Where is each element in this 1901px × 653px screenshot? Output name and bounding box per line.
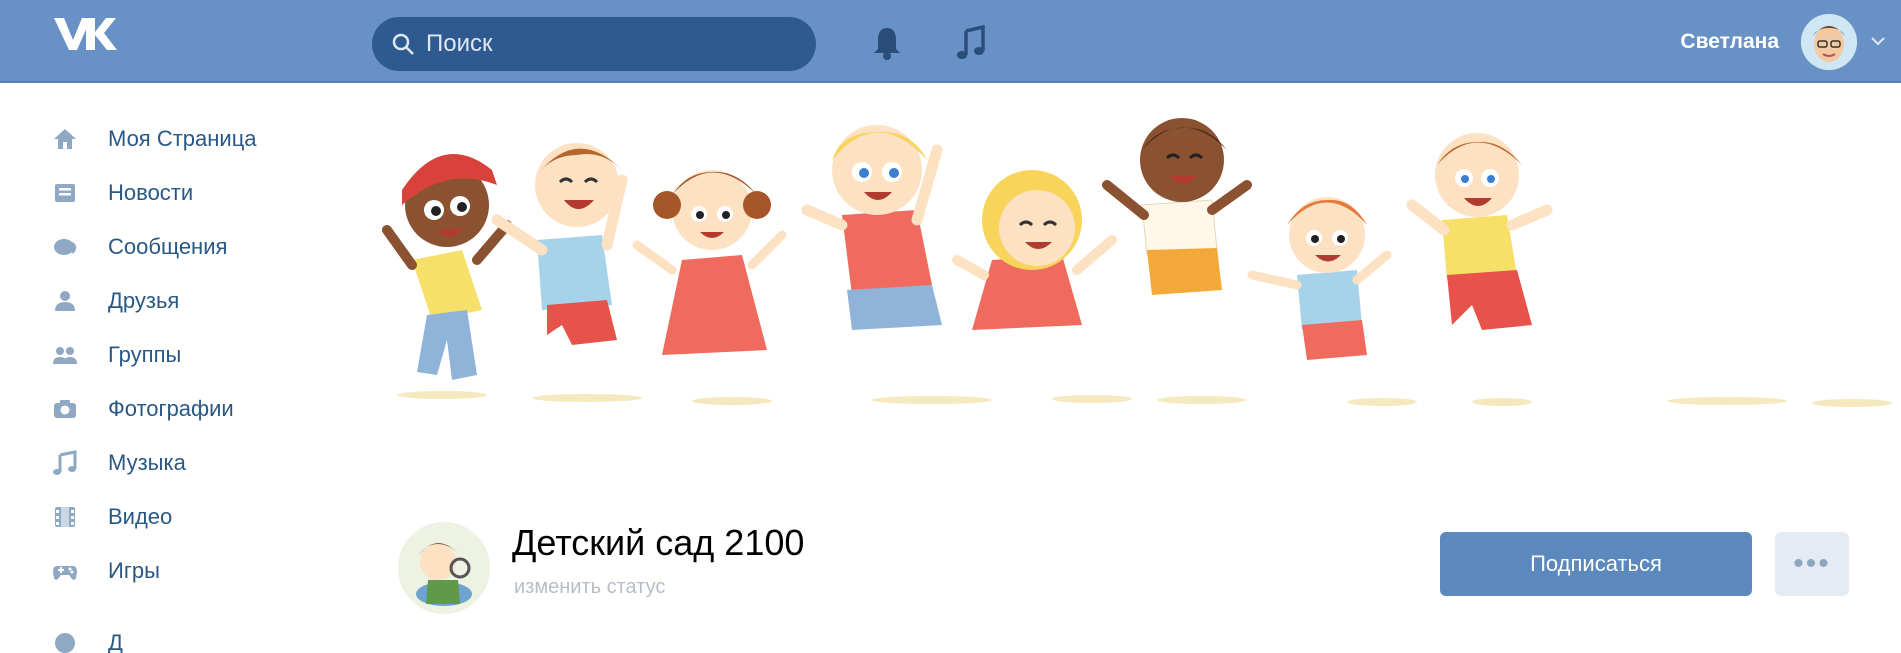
sidebar-item-music[interactable]: Музыка bbox=[52, 436, 372, 490]
sidebar-item-label: Моя Страница bbox=[108, 126, 257, 151]
sidebar-item-news[interactable]: Новости bbox=[52, 166, 372, 220]
home-icon bbox=[54, 129, 76, 149]
group-name: Детский сад 2100 bbox=[512, 522, 805, 563]
sidebar-item-groups[interactable]: Группы bbox=[52, 328, 372, 382]
user-name[interactable]: Светлана bbox=[1680, 30, 1779, 54]
gamepad-icon bbox=[53, 566, 77, 580]
music-note-icon[interactable] bbox=[956, 25, 986, 61]
search-input[interactable]: Поиск bbox=[372, 17, 816, 71]
sidebar-item-friends[interactable]: Друзья bbox=[52, 274, 372, 328]
chevron-down-icon[interactable] bbox=[1869, 34, 1887, 48]
sidebar-item-label: Новости bbox=[108, 180, 194, 205]
news-icon bbox=[55, 184, 75, 202]
group-avatar-image bbox=[398, 522, 490, 614]
sidebar-item-label: Фотографии bbox=[108, 396, 234, 421]
music-icon bbox=[53, 450, 77, 475]
kids-illustration bbox=[382, 118, 1892, 407]
video-icon bbox=[55, 507, 75, 527]
friend-icon bbox=[55, 291, 75, 311]
top-bar: Поиск Светлана bbox=[0, 0, 1901, 83]
sidebar-item-label: Д bbox=[108, 630, 123, 653]
sidebar-item-partial[interactable]: Д bbox=[52, 630, 372, 653]
sidebar-item-label: Видео bbox=[108, 504, 173, 529]
sidebar-item-messages[interactable]: Сообщения bbox=[52, 220, 372, 274]
messages-icon bbox=[54, 239, 77, 255]
sidebar-item-my-page[interactable]: Моя Страница bbox=[52, 112, 372, 166]
sidebar-item-games[interactable]: Игры bbox=[52, 544, 372, 598]
search-icon bbox=[392, 33, 414, 55]
subscribe-button[interactable]: Подписаться bbox=[1440, 532, 1752, 596]
search-placeholder: Поиск bbox=[426, 30, 493, 57]
vk-logo-icon[interactable] bbox=[52, 14, 122, 54]
more-actions-button[interactable]: ••• bbox=[1775, 532, 1849, 596]
user-photo bbox=[1801, 14, 1857, 70]
bell-icon[interactable] bbox=[872, 25, 902, 61]
groups-icon bbox=[53, 347, 77, 364]
sidebar-item-label: Сообщения bbox=[108, 234, 228, 259]
sidebar: Моя Страница Новости Сообщения Друзья Гр… bbox=[52, 112, 372, 653]
cover-image bbox=[372, 110, 1901, 505]
sidebar-item-photos[interactable]: Фотографии bbox=[52, 382, 372, 436]
sidebar-item-label: Музыка bbox=[108, 450, 186, 475]
partial-icon bbox=[55, 633, 75, 653]
group-avatar[interactable] bbox=[398, 522, 490, 614]
sidebar-item-label: Друзья bbox=[108, 288, 180, 313]
sidebar-item-video[interactable]: Видео bbox=[52, 490, 372, 544]
group-status[interactable]: изменить статус bbox=[514, 576, 665, 599]
avatar[interactable] bbox=[1801, 14, 1857, 70]
sidebar-item-label: Группы bbox=[108, 342, 182, 367]
camera-icon bbox=[54, 400, 76, 418]
sidebar-item-label: Игры bbox=[108, 558, 160, 583]
